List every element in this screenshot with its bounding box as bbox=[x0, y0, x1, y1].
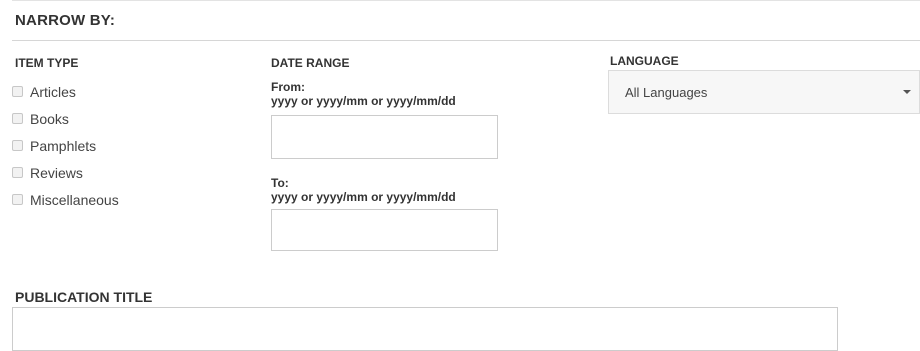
language-heading: LANGUAGE bbox=[610, 54, 679, 68]
item-type-books[interactable]: Books bbox=[12, 105, 119, 132]
reviews-label[interactable]: Reviews bbox=[30, 165, 83, 181]
date-to-input[interactable] bbox=[271, 209, 498, 251]
language-selected-value: All Languages bbox=[625, 84, 708, 100]
narrow-by-heading: NARROW BY: bbox=[15, 12, 116, 29]
to-format-hint: yyyy or yyyy/mm or yyyy/mm/dd bbox=[271, 190, 456, 204]
books-label[interactable]: Books bbox=[30, 111, 69, 127]
chevron-down-icon bbox=[903, 90, 911, 94]
item-type-miscellaneous[interactable]: Miscellaneous bbox=[12, 186, 119, 213]
language-select[interactable]: All Languages bbox=[608, 70, 920, 114]
item-type-pamphlets[interactable]: Pamphlets bbox=[12, 132, 119, 159]
from-format-hint: yyyy or yyyy/mm or yyyy/mm/dd bbox=[271, 94, 456, 108]
item-type-articles[interactable]: Articles bbox=[12, 78, 119, 105]
pamphlets-label[interactable]: Pamphlets bbox=[30, 138, 96, 154]
publication-title-input[interactable] bbox=[12, 307, 838, 351]
section-divider bbox=[12, 40, 920, 41]
item-type-heading: ITEM TYPE bbox=[15, 56, 79, 70]
miscellaneous-checkbox[interactable] bbox=[12, 194, 23, 205]
articles-checkbox[interactable] bbox=[12, 86, 23, 97]
articles-label[interactable]: Articles bbox=[30, 84, 76, 100]
from-label: From: bbox=[271, 80, 305, 94]
date-from-input[interactable] bbox=[271, 115, 498, 159]
publication-title-heading: PUBLICATION TITLE bbox=[15, 289, 153, 305]
reviews-checkbox[interactable] bbox=[12, 167, 23, 178]
books-checkbox[interactable] bbox=[12, 113, 23, 124]
top-divider bbox=[12, 0, 920, 1]
to-label: To: bbox=[271, 176, 289, 190]
pamphlets-checkbox[interactable] bbox=[12, 140, 23, 151]
date-range-heading: DATE RANGE bbox=[271, 56, 350, 70]
miscellaneous-label[interactable]: Miscellaneous bbox=[30, 192, 119, 208]
item-type-reviews[interactable]: Reviews bbox=[12, 159, 119, 186]
item-type-list: Articles Books Pamphlets Reviews Miscell… bbox=[12, 78, 119, 213]
